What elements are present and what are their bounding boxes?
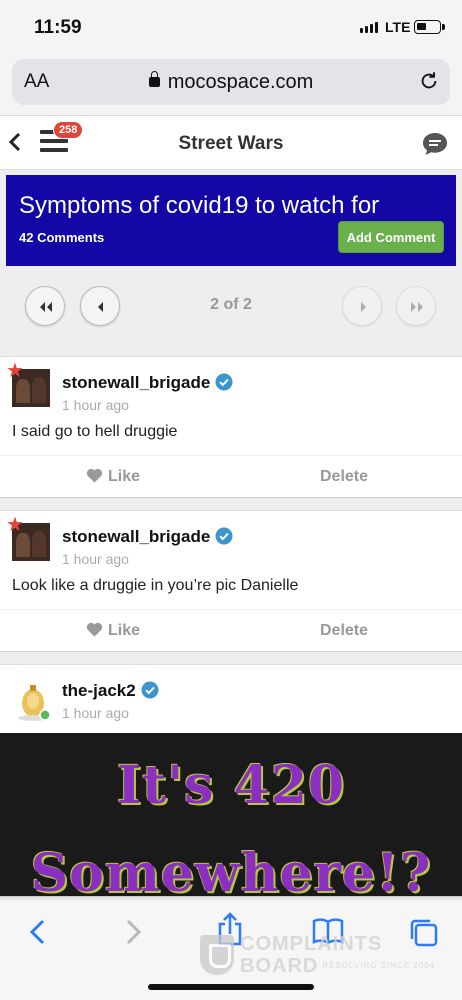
verified-check-icon <box>215 527 233 545</box>
topic-banner: Symptoms of covid19 to watch for 42 Comm… <box>6 175 456 266</box>
signal-strength-icon <box>360 22 378 33</box>
delete-button[interactable]: Delete <box>320 468 368 486</box>
url-text: mocospace.com <box>167 71 314 93</box>
comment-text: Look like a druggie in you’re pic Daniel… <box>12 577 299 594</box>
battery-icon <box>414 20 445 34</box>
like-button[interactable]: Like <box>86 468 140 486</box>
address-bar[interactable]: AA mocospace.com <box>12 59 450 105</box>
page-indicator: 2 of 2 <box>210 296 252 313</box>
image-text: Somewhere!? <box>30 843 432 900</box>
avatar[interactable] <box>14 681 52 723</box>
star-icon: ★ <box>6 514 24 536</box>
post-image[interactable]: It's 420 Somewhere!? <box>0 733 462 900</box>
heart-icon <box>86 468 103 483</box>
comment-text: I said go to hell druggie <box>12 423 178 440</box>
shield-icon <box>200 935 234 975</box>
double-chevron-right-icon <box>411 302 423 312</box>
image-text: It's 420 <box>116 755 346 816</box>
comment-timestamp: 1 hour ago <box>62 551 129 567</box>
comment-username[interactable]: the-jack2 <box>62 681 159 701</box>
topic-title: Symptoms of covid19 to watch for <box>19 192 380 219</box>
pagination: 2 of 2 <box>0 270 462 356</box>
status-time: 11:59 <box>34 17 82 38</box>
next-page-button[interactable] <box>342 286 382 326</box>
home-indicator <box>148 984 314 990</box>
star-icon: ★ <box>6 360 24 382</box>
comment-timestamp: 1 hour ago <box>62 705 129 721</box>
comment-actions: Like Delete <box>0 455 462 499</box>
comment-count[interactable]: 42 Comments <box>19 230 104 245</box>
network-type: LTE <box>385 19 411 35</box>
chat-bubble-icon[interactable] <box>421 131 449 157</box>
heart-icon <box>86 622 103 637</box>
reload-icon[interactable] <box>418 70 440 92</box>
url-display[interactable]: mocospace.com <box>12 71 450 94</box>
notification-badge: 258 <box>53 121 84 139</box>
comment-timestamp: 1 hour ago <box>62 397 129 413</box>
lock-icon <box>148 71 160 87</box>
comment-username[interactable]: stonewall_brigade <box>62 373 233 393</box>
forward-icon[interactable] <box>123 917 143 947</box>
verified-check-icon <box>141 681 159 699</box>
back-icon[interactable] <box>28 917 48 947</box>
comment-actions: Like Delete <box>0 609 462 653</box>
delete-button[interactable]: Delete <box>320 622 368 640</box>
verified-check-icon <box>215 373 233 391</box>
comment-username[interactable]: stonewall_brigade <box>62 527 233 547</box>
comment-card: ★ stonewall_brigade 1 hour ago Look like… <box>0 510 462 652</box>
add-comment-button[interactable]: Add Comment <box>338 221 444 253</box>
last-page-button[interactable] <box>396 286 436 326</box>
like-button[interactable]: Like <box>86 622 140 640</box>
chevron-right-icon <box>361 302 366 312</box>
watermark-logo: COMPLAINTS BOARD RESOLVING SINCE 2004 <box>200 933 435 977</box>
browser-address-area: AA mocospace.com <box>0 52 462 116</box>
status-bar: 11:59 LTE <box>0 0 462 52</box>
comment-card: ★ stonewall_brigade 1 hour ago I said go… <box>0 356 462 498</box>
